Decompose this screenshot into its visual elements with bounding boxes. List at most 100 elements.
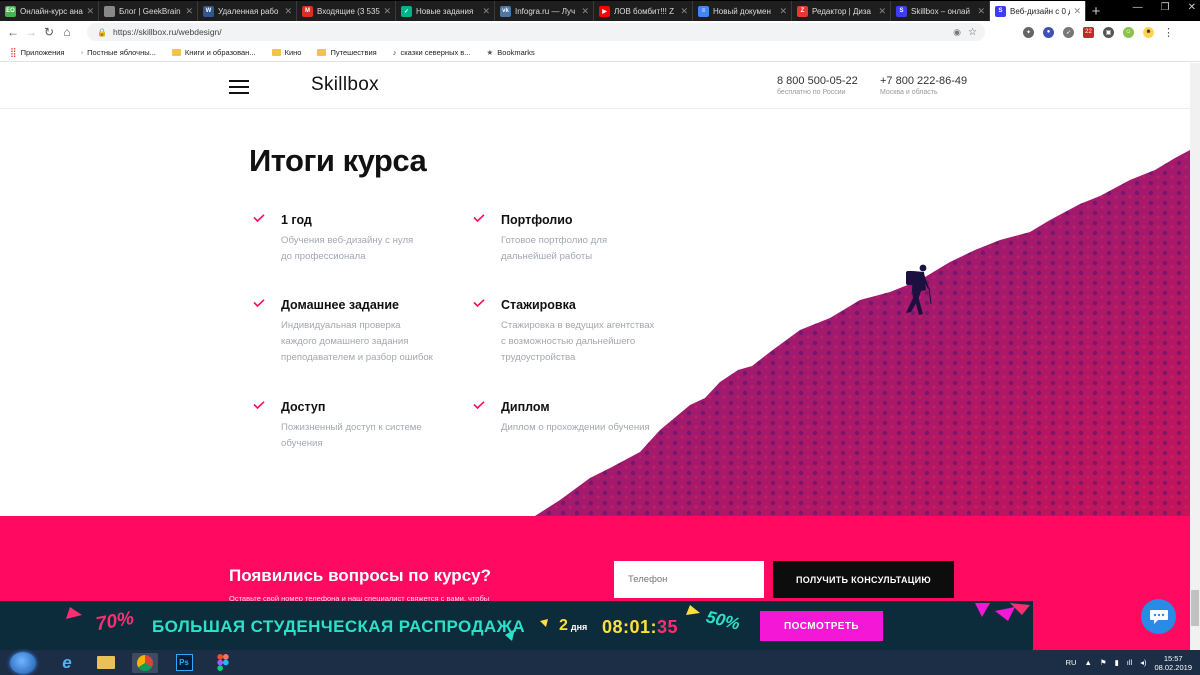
browser-tab[interactable]: Z Редактор | Диза ✕ <box>792 1 891 21</box>
folder-icon <box>171 48 181 56</box>
close-tab-icon[interactable]: ✕ <box>284 6 292 17</box>
close-tab-icon[interactable]: ✕ <box>581 6 589 17</box>
timer-hm: 08:01: <box>602 617 658 637</box>
phone-input[interactable] <box>614 561 764 598</box>
tab-label: Skillbox – онлай <box>911 6 970 16</box>
close-tab-icon[interactable]: ✕ <box>185 6 193 17</box>
chat-bubble-icon <box>1149 610 1168 624</box>
bookmark-item[interactable]: ▫ Постные яблочны... <box>80 48 155 57</box>
browser-tab[interactable]: W Удаленная рабо ✕ <box>198 1 297 21</box>
menu-icon[interactable]: ⋮ <box>1163 26 1174 39</box>
bookmark-item[interactable]: ★ Bookmarks <box>487 48 535 57</box>
bookmark-item[interactable]: Книги и образован... <box>171 48 256 57</box>
browser-tab[interactable]: ✓ Новые задания ✕ <box>396 1 495 21</box>
browser-tab[interactable]: S Веб-дизайн с 0 д ✕ <box>990 1 1086 21</box>
close-window-icon[interactable]: ✕ <box>1188 2 1196 13</box>
extension-icon[interactable]: ☺ <box>1123 26 1134 38</box>
word-icon: W <box>203 5 214 17</box>
tray-arrow-icon[interactable]: ▲ <box>1084 658 1091 667</box>
bookmark-item[interactable]: Путешествия <box>317 47 377 57</box>
address-bar[interactable]: 🔒 https://skillbox.ru/webdesign/ ◉ ☆ <box>87 23 985 41</box>
back-icon[interactable]: ← <box>4 25 22 39</box>
phone-free[interactable]: 8 800 500-05-22 бесплатно по России <box>777 75 858 96</box>
countdown-days: 2 дня <box>559 617 587 635</box>
ie-icon[interactable]: e <box>54 653 80 673</box>
camera-icon[interactable]: ◉ <box>953 27 961 38</box>
close-tab-icon[interactable]: ✕ <box>482 6 490 17</box>
close-tab-icon[interactable]: ✕ <box>383 6 391 17</box>
description-line: каждого домашнего задания <box>281 336 409 347</box>
bookmark-label: Кино <box>284 47 302 57</box>
phone-moscow[interactable]: +7 800 222-86-49 Москва и область <box>880 75 967 96</box>
browser-tab[interactable]: S Skillbox – онлай ✕ <box>891 1 990 21</box>
forward-icon[interactable]: → <box>22 25 40 39</box>
tab-label: Infogra.ru — Луч <box>515 6 576 16</box>
start-button[interactable] <box>10 651 36 674</box>
result-item: Доступ Пожизненный доступ к системе обучен… <box>253 400 491 452</box>
phone-caption: Москва и область <box>880 89 938 96</box>
close-tab-icon[interactable]: ✕ <box>86 6 94 17</box>
page-scrollbar[interactable] <box>1190 63 1200 650</box>
figma-icon[interactable] <box>210 653 236 673</box>
chat-button[interactable] <box>1141 599 1176 634</box>
extension-icon[interactable]: ➶ <box>1063 26 1074 38</box>
result-description: Готовое портфолио для дальнейшей работы <box>501 233 711 265</box>
tab-label: Новые задания <box>416 6 474 16</box>
scrollbar-thumb[interactable] <box>1191 590 1199 626</box>
explorer-icon[interactable] <box>93 653 119 673</box>
browser-tab[interactable]: ≡ Новый докумен ✕ <box>693 1 792 21</box>
home-icon[interactable]: ⌂ <box>58 25 76 39</box>
clock[interactable]: 15:57 08.02.2019 <box>1154 654 1192 672</box>
browser-tab[interactable]: EO Онлайн-курс ана ✕ <box>0 1 99 21</box>
get-consultation-button[interactable]: ПОЛУЧИТЬ КОНСУЛЬТАЦИЮ <box>773 561 954 598</box>
bookmark-item[interactable]: Кино <box>271 47 302 57</box>
folder-icon <box>317 48 327 56</box>
close-tab-icon[interactable]: ✕ <box>680 6 688 17</box>
skillbox-logo[interactable]: Skillbox <box>311 74 379 96</box>
docs-icon: ≡ <box>698 5 709 17</box>
close-tab-icon[interactable]: ✕ <box>1073 6 1081 17</box>
phone-number: +7 800 222-86-49 <box>880 75 968 87</box>
bookmark-star-icon[interactable]: ☆ <box>968 27 977 38</box>
extension-icon[interactable]: ▣ <box>1103 26 1114 38</box>
photoshop-icon[interactable]: Ps <box>171 653 197 673</box>
chrome-icon[interactable] <box>132 652 158 673</box>
minimize-icon[interactable]: — <box>1133 2 1143 13</box>
signal-icon[interactable]: ıll <box>1127 658 1132 667</box>
flag-icon[interactable]: ⚑ <box>1100 658 1107 667</box>
checkmark-icon <box>473 401 485 409</box>
maximize-icon[interactable]: ❐ <box>1161 2 1170 13</box>
bookmark-item[interactable]: ♪ сказки северных в... <box>393 48 471 57</box>
browser-tab[interactable]: vk Infogra.ru — Луч ✕ <box>495 1 594 21</box>
close-tab-icon[interactable]: ✕ <box>977 6 985 17</box>
description-line: Индивидуальная проверка <box>281 320 401 331</box>
windows-taskbar: e Ps RU ▲ ⚑ ▮ ıll ◂) 15:57 08.02.2019 <box>0 650 1200 675</box>
tab-label: Новый докумен <box>713 6 771 16</box>
close-tab-icon[interactable]: ✕ <box>779 6 787 17</box>
menu-burger-icon[interactable] <box>229 80 249 94</box>
bookmark-label: Постные яблочны... <box>87 47 156 57</box>
browser-tab[interactable]: Блог | GeekBrain ✕ <box>99 1 198 21</box>
countdown-timer: 08:01:35 <box>602 617 678 638</box>
volume-icon[interactable]: ◂) <box>1140 658 1146 667</box>
browser-tab[interactable]: ▶ ЛОВ бомбит!!! Z ✕ <box>594 1 693 21</box>
bookmark-item[interactable]: ⣿ Приложения <box>10 47 64 58</box>
extension-icon[interactable]: ● <box>1043 26 1054 38</box>
new-tab-button[interactable]: + <box>1086 1 1106 21</box>
result-description: Индивидуальная проверка каждого домашнего… <box>281 318 491 366</box>
close-tab-icon[interactable]: ✕ <box>878 6 886 17</box>
result-description: Стажировка в ведущих агентствах с возможн… <box>501 318 711 366</box>
network-icon[interactable]: ▮ <box>1115 658 1119 667</box>
bookmark-label: Путешествия <box>330 47 377 57</box>
profile-avatar[interactable]: ☻ <box>1143 26 1154 38</box>
result-description: Пожизненный доступ к системе обучения <box>281 420 491 452</box>
language-indicator[interactable]: RU <box>1066 658 1077 667</box>
view-sale-button[interactable]: ПОСМОТРЕТЬ <box>760 611 883 641</box>
extension-badge-icon[interactable]: 22 <box>1083 26 1094 38</box>
description-line: Диплом о прохождении обучения <box>501 422 650 433</box>
result-title: Домашнее задание <box>281 298 399 312</box>
browser-tab[interactable]: M Входящие (3 535 ✕ <box>297 1 396 21</box>
zen-icon: Z <box>797 5 808 17</box>
reload-icon[interactable]: ↻ <box>40 25 58 39</box>
extension-icon[interactable]: ✦ <box>1023 26 1034 38</box>
